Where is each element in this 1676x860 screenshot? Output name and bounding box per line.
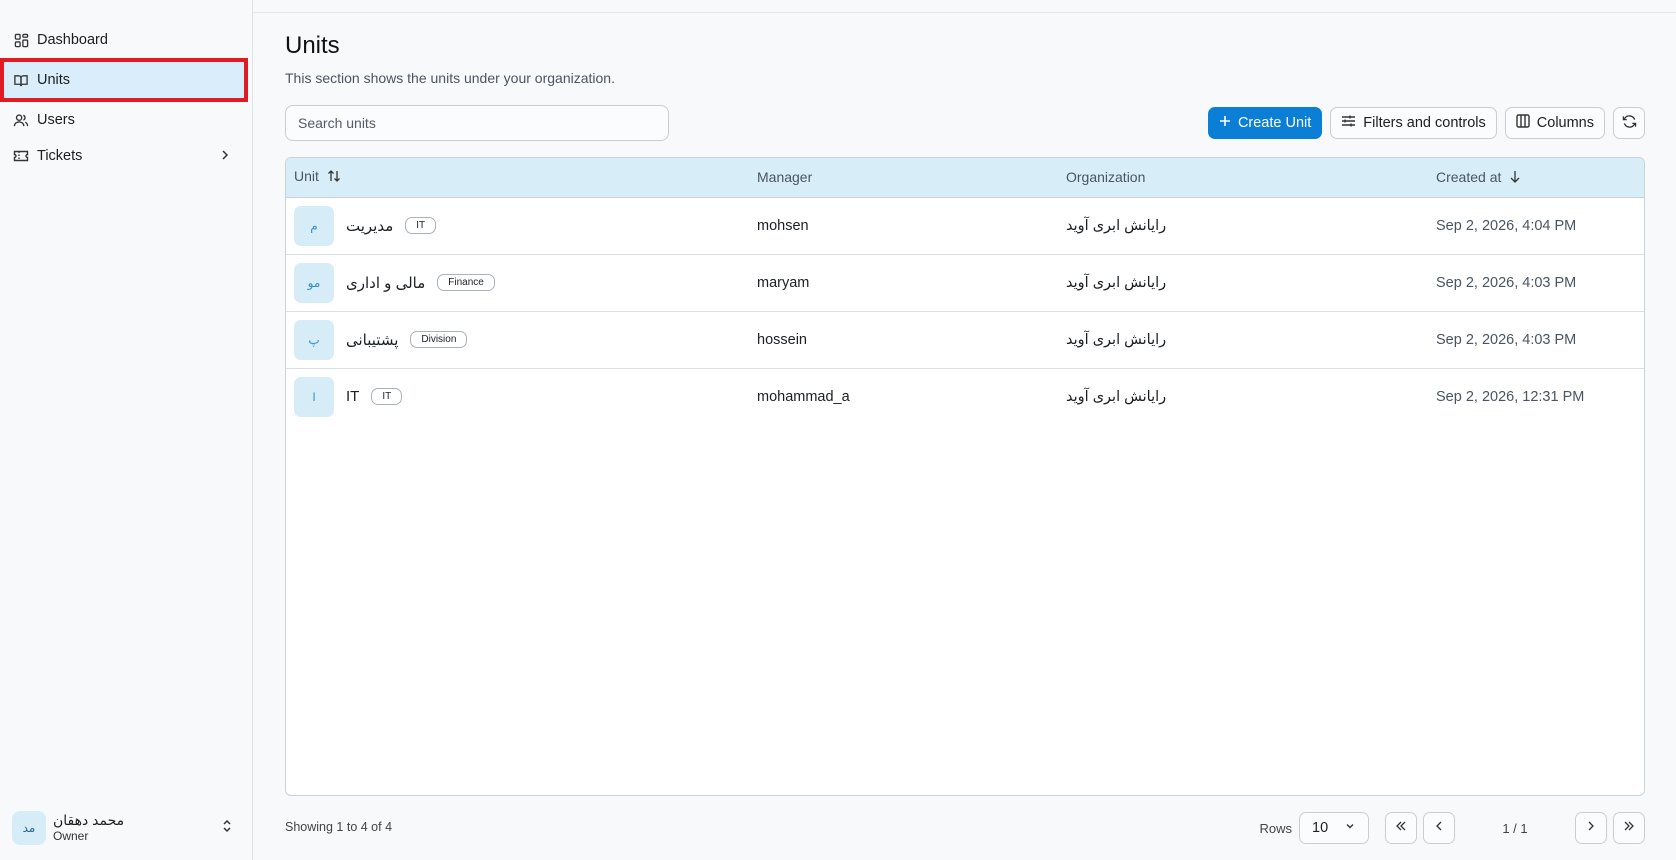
created-at-cell: Sep 2, 2026, 4:03 PM [1436, 274, 1577, 291]
table-header-row: Unit Manager Organization Created at [286, 158, 1644, 198]
chevron-right-icon [1584, 819, 1598, 838]
chevrons-left-icon [1394, 819, 1408, 838]
user-name: محمد دهقان [53, 811, 125, 828]
unit-name: IT [346, 388, 360, 406]
organization-cell: رایانش ابری آوید [1066, 217, 1167, 234]
created-at-cell: Sep 2, 2026, 4:04 PM [1436, 217, 1577, 234]
results-summary: Showing 1 to 4 of 4 [285, 820, 393, 834]
chevrons-up-down-icon[interactable] [220, 818, 234, 839]
ticket-icon [13, 148, 29, 164]
chevron-down-icon [1344, 820, 1356, 836]
unit-name: مالی و اداری [346, 274, 426, 292]
sidebar-item-label: Tickets [37, 148, 83, 164]
units-table: Unit Manager Organization Created at م م… [285, 157, 1645, 796]
columns-label: Columns [1536, 115, 1594, 131]
table-row[interactable]: م مدیریت IT mohsen رایانش ابری آوید Sep … [286, 197, 1644, 254]
next-page-button[interactable] [1575, 812, 1607, 844]
arrow-down-icon[interactable] [1509, 170, 1521, 186]
page-info: 1 / 1 [1502, 820, 1528, 836]
last-page-button[interactable] [1613, 812, 1645, 844]
main-content: Units This section shows the units under… [285, 0, 1645, 860]
sidebar-item-tickets[interactable]: Tickets [0, 138, 252, 174]
sidebar-item-label: Users [37, 112, 75, 128]
avatar: مد [12, 811, 46, 845]
sidebar-nav: Dashboard Units Users Tickets [0, 0, 252, 174]
page-title: Units [285, 32, 340, 59]
sidebar: Dashboard Units Users Tickets مد محمد ده… [0, 0, 253, 860]
table-row[interactable]: پ پشتیبانی Division hossein رایانش ابری … [286, 311, 1644, 368]
table-row[interactable]: مو مالی و اداری Finance maryam رایانش اب… [286, 254, 1644, 311]
column-header-created-at[interactable]: Created at [1428, 158, 1644, 198]
sliders-icon [1341, 114, 1356, 132]
manager-cell: mohammad_a [757, 388, 850, 405]
created-at-cell: Sep 2, 2026, 12:31 PM [1436, 388, 1585, 405]
user-menu[interactable]: مد محمد دهقان Owner [12, 808, 244, 848]
user-role: Owner [53, 829, 89, 844]
unit-tag: Division [410, 331, 468, 348]
toolbar: Create Unit Filters and controls Columns [1207, 107, 1645, 139]
sidebar-item-label: Units [37, 72, 71, 88]
unit-tag: IT [405, 217, 437, 234]
manager-cell: hossein [757, 331, 807, 348]
table-row[interactable]: I IT IT mohammad_a رایانش ابری آوید Sep … [286, 368, 1644, 425]
rows-label: Rows [1259, 820, 1292, 836]
sidebar-item-users[interactable]: Users [0, 102, 252, 138]
unit-avatar: م [294, 205, 334, 246]
user-meta: محمد دهقان Owner [53, 812, 124, 845]
unit-name: پشتیبانی [346, 331, 399, 349]
search-input[interactable] [285, 105, 669, 141]
sidebar-item-label: Dashboard [37, 32, 108, 48]
column-header-organization[interactable]: Organization [1058, 158, 1428, 198]
unit-name: مدیریت [346, 217, 394, 235]
chevron-right-icon[interactable] [218, 148, 232, 166]
dashboard-grid-icon [13, 32, 29, 48]
filters-button[interactable]: Filters and controls [1330, 107, 1497, 139]
organization-cell: رایانش ابری آوید [1066, 274, 1167, 291]
organization-cell: رایانش ابری آوید [1066, 388, 1167, 405]
prev-page-button[interactable] [1423, 812, 1455, 844]
columns-icon [1516, 114, 1530, 132]
unit-avatar: پ [294, 319, 334, 360]
created-at-cell: Sep 2, 2026, 4:03 PM [1436, 331, 1577, 348]
organization-cell: رایانش ابری آوید [1066, 331, 1167, 348]
unit-avatar: مو [294, 262, 334, 303]
filters-label: Filters and controls [1363, 115, 1486, 131]
manager-cell: mohsen [757, 217, 809, 234]
sidebar-item-dashboard[interactable]: Dashboard [0, 22, 252, 58]
users-icon [13, 112, 29, 128]
rows-value: 10 [1312, 820, 1329, 836]
sidebar-item-units[interactable]: Units [0, 58, 248, 102]
refresh-icon [1622, 114, 1637, 133]
sort-both-icon[interactable] [327, 169, 341, 186]
rows-per-page-select[interactable]: 10 [1299, 812, 1369, 844]
unit-tag: IT [371, 388, 403, 406]
refresh-button[interactable] [1613, 107, 1645, 139]
chevron-left-icon [1432, 819, 1446, 838]
book-icon [13, 72, 29, 88]
unit-tag: Finance [437, 274, 495, 291]
first-page-button[interactable] [1385, 812, 1417, 844]
page-subtitle: This section shows the units under your … [285, 70, 615, 86]
pagination: Rows 10 1 / 1 [1259, 812, 1645, 844]
create-unit-button[interactable]: Create Unit [1207, 107, 1323, 139]
columns-button[interactable]: Columns [1504, 107, 1605, 139]
plus-icon [1219, 115, 1231, 131]
column-header-manager[interactable]: Manager [749, 158, 1058, 198]
create-unit-label: Create Unit [1237, 115, 1312, 131]
manager-cell: maryam [757, 274, 810, 291]
chevrons-right-icon [1622, 819, 1636, 838]
unit-avatar: I [294, 376, 334, 417]
column-header-unit[interactable]: Unit [286, 158, 749, 198]
